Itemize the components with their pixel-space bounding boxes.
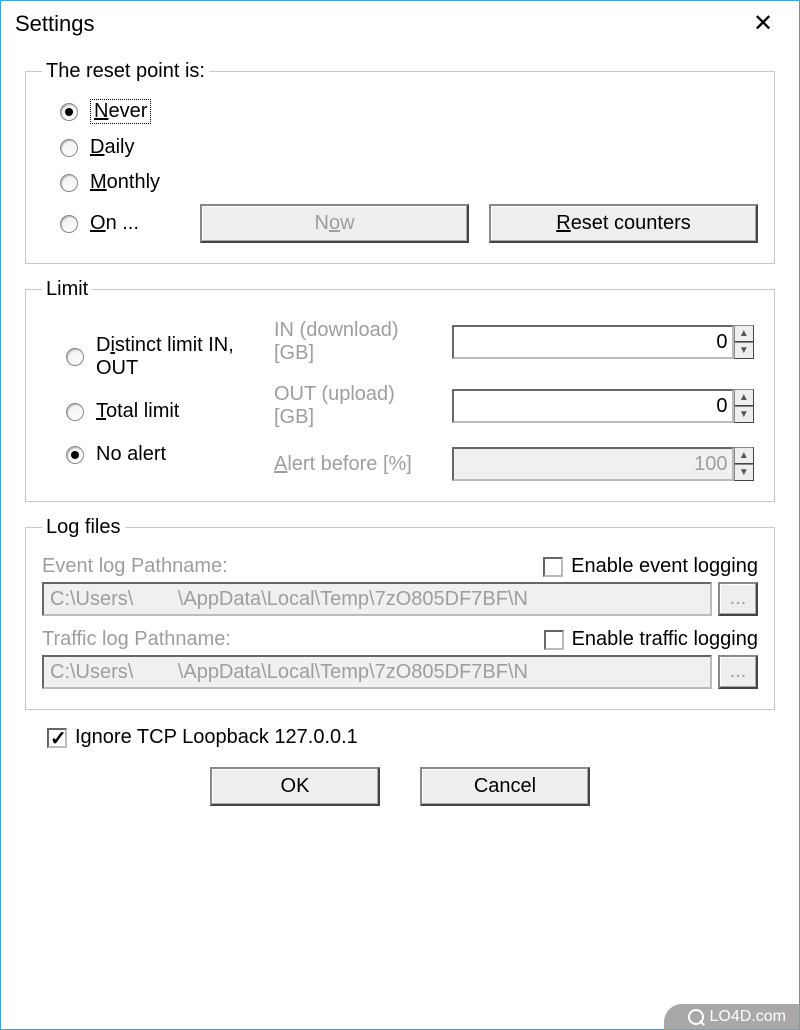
ignore-loopback-checkbox[interactable]: Ignore TCP Loopback 127.0.0.1: [25, 724, 775, 749]
traffic-path-input: [42, 655, 712, 689]
radio-label: Daily: [90, 136, 134, 159]
radio-icon: [66, 403, 84, 421]
event-path-input: [42, 582, 712, 616]
out-label: OUT (upload) [GB]: [274, 383, 434, 429]
logs-legend: Log files: [42, 516, 125, 539]
radio-icon: [66, 348, 84, 366]
now-button[interactable]: Now: [200, 204, 469, 243]
in-label: IN (download) [GB]: [274, 319, 434, 365]
settings-window: Settings ✕ The reset point is: Never Dai…: [0, 0, 800, 1030]
radio-distinct[interactable]: Distinct limit IN, OUT: [66, 334, 256, 380]
radio-label: On ...: [90, 212, 139, 235]
enable-event-checkbox[interactable]: Enable event logging: [543, 555, 758, 578]
alert-label: Alert before [%]: [274, 453, 434, 476]
cancel-button[interactable]: Cancel: [420, 767, 590, 806]
content-area: The reset point is: Never Daily Monthly …: [1, 44, 799, 1029]
radio-label: Never: [90, 99, 151, 124]
radio-label: Total limit: [96, 400, 179, 423]
window-title: Settings: [15, 11, 95, 37]
spin-down-icon[interactable]: ▼: [734, 406, 754, 423]
limit-group: Limit IN (download) [GB] ▲ ▼ Distinct li…: [25, 278, 775, 502]
spin-up-icon: ▲: [734, 447, 754, 464]
magnifier-icon: [688, 1009, 704, 1025]
traffic-browse-button[interactable]: ...: [718, 655, 758, 689]
radio-icon: [60, 139, 78, 157]
out-spinner[interactable]: ▲ ▼: [734, 389, 754, 423]
radio-daily[interactable]: Daily: [42, 130, 758, 165]
close-icon[interactable]: ✕: [741, 9, 785, 38]
radio-noalert[interactable]: No alert: [66, 443, 256, 466]
dialog-footer: OK Cancel: [25, 763, 775, 816]
radio-never[interactable]: Never: [42, 93, 758, 130]
spin-down-icon: ▼: [734, 464, 754, 481]
event-browse-button[interactable]: ...: [718, 582, 758, 616]
radio-icon: [60, 215, 78, 233]
watermark: LO4D.com: [664, 1004, 800, 1030]
out-input[interactable]: [452, 389, 734, 423]
radio-icon: [60, 174, 78, 192]
in-input[interactable]: [452, 325, 734, 359]
alert-input-box: ▲ ▼: [452, 447, 754, 481]
radio-label: No alert: [96, 443, 166, 466]
limit-legend: Limit: [42, 278, 92, 301]
spin-up-icon[interactable]: ▲: [734, 389, 754, 406]
radio-label: Distinct limit IN, OUT: [96, 334, 256, 380]
alert-spinner: ▲ ▼: [734, 447, 754, 481]
radio-monthly[interactable]: Monthly: [42, 165, 758, 200]
radio-label: Monthly: [90, 171, 160, 194]
checkbox-icon: [543, 557, 563, 577]
checkbox-icon: [47, 728, 67, 748]
ok-button[interactable]: OK: [210, 767, 380, 806]
radio-total[interactable]: Total limit: [66, 400, 256, 423]
enable-traffic-checkbox[interactable]: Enable traffic logging: [544, 628, 758, 651]
event-log-label: Event log Pathname:: [42, 555, 228, 578]
in-input-box[interactable]: ▲ ▼: [452, 325, 754, 359]
logs-group: Log files Event log Pathname: Enable eve…: [25, 516, 775, 710]
reset-group: The reset point is: Never Daily Monthly …: [25, 60, 775, 264]
reset-legend: The reset point is:: [42, 60, 209, 83]
titlebar: Settings ✕: [1, 1, 799, 44]
traffic-log-label: Traffic log Pathname:: [42, 628, 231, 651]
checkbox-icon: [544, 630, 564, 650]
out-input-box[interactable]: ▲ ▼: [452, 389, 754, 423]
radio-icon: [66, 446, 84, 464]
spin-down-icon[interactable]: ▼: [734, 342, 754, 359]
alert-input: [452, 447, 734, 481]
radio-on[interactable]: On ...: [60, 212, 180, 235]
spin-up-icon[interactable]: ▲: [734, 325, 754, 342]
reset-counters-button[interactable]: Reset counters: [489, 204, 758, 243]
in-spinner[interactable]: ▲ ▼: [734, 325, 754, 359]
radio-icon: [60, 103, 78, 121]
